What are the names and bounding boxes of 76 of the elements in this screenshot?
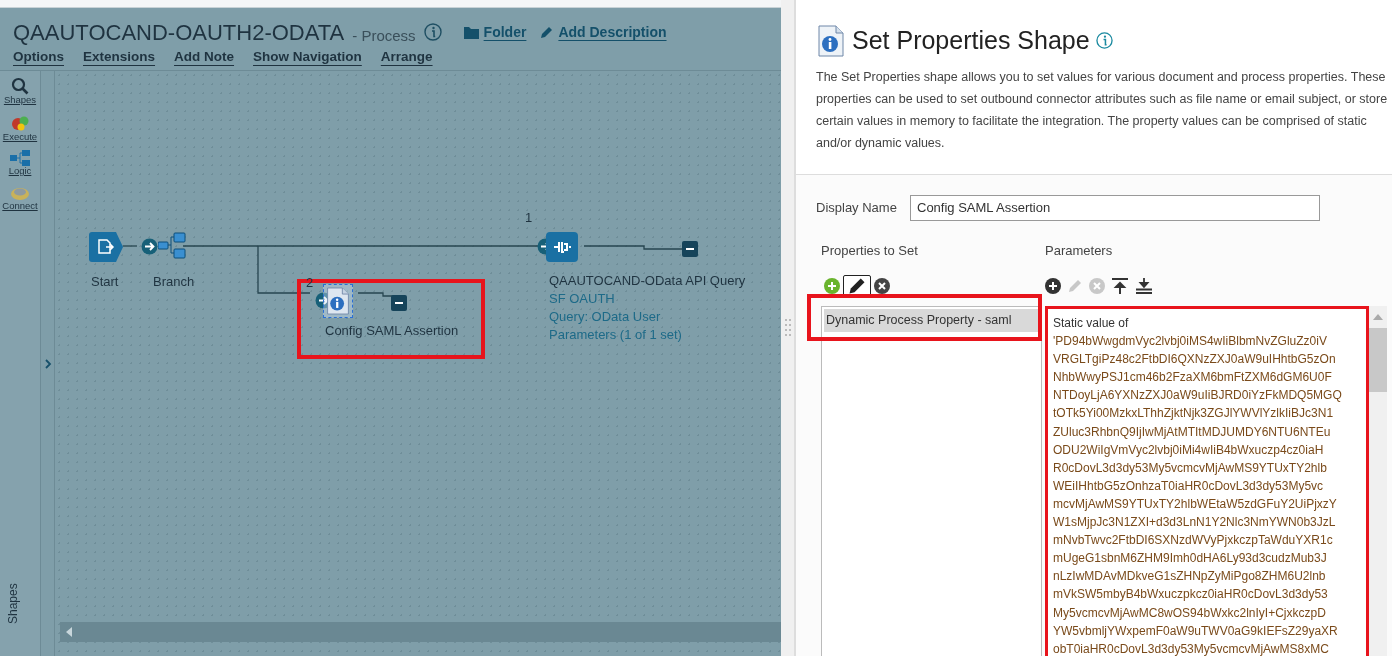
path-number: 1	[525, 209, 533, 227]
value-line: NTDoyLjA6YXNzZXJ0aW9uIiBJRD0iYzFkMDQ5MGQ	[1053, 387, 1343, 405]
value-line: mUgeG1sbnM6ZHM9Imh0dHA6Ly93d3cudzMub3J	[1053, 550, 1328, 568]
search-icon	[11, 77, 29, 95]
scrollbar[interactable]	[60, 622, 781, 642]
value-line: mcvMjAwMS9YTUxTY2hlbWEtaW5zdGFuY2UiPjxzY	[1053, 495, 1338, 513]
toolbox-item[interactable]: Execute	[2, 131, 38, 141]
value-line: mVkSW5mbyB4bWxuczpkcz0iaHR0cDovL3d3dy53	[1053, 586, 1329, 604]
connector-line	[122, 245, 138, 247]
shape-label: Config SAML Assertion	[325, 322, 459, 340]
value-line: nLzIwMDAvMDkveG1sZHNpZyMiPgo8ZHM6U2lnb	[1053, 568, 1327, 586]
pencil-icon	[540, 26, 554, 39]
toolbox-item[interactable]: Shapes	[3, 95, 37, 105]
process-type: - Process	[352, 28, 416, 43]
value-line: R0cDovL3d3dy53My5vcmcvMjAwMS9YTUxTY2hlb	[1053, 459, 1328, 477]
pencil-icon[interactable]	[843, 275, 871, 297]
scrollbar[interactable]	[1369, 306, 1387, 656]
section-heading: Properties to Set	[821, 241, 919, 260]
shape-detail: SF OAUTH	[549, 290, 615, 308]
toolbox-item[interactable]: Connect	[2, 200, 38, 210]
value-line: W1sMjpJc3N1ZXI+d3d3LnN1Y2Nlc3NmYWN0b3JzL	[1053, 514, 1337, 532]
add-icon[interactable]	[1045, 278, 1061, 294]
folder-icon	[463, 26, 479, 39]
panel-description: The Set Properties shape allows you to set values for various document and process properties. These properties can be used to set outbound connector attributes such as file name or email subject, or store certain values in memory to facilitate the integration. The property values can be comprised of static and/or dynamic values.	[816, 68, 1389, 152]
header-link[interactable]: Folder	[483, 22, 527, 43]
toolbox-item[interactable]: Logic	[8, 166, 32, 176]
shape-detail: Query: OData User	[549, 308, 661, 326]
scrollbar-thumb[interactable]	[1369, 328, 1387, 392]
branch-icon	[10, 150, 30, 166]
property-item[interactable]: Dynamic Process Property - saml	[824, 309, 1039, 332]
document-info-icon	[816, 24, 846, 57]
stop-icon	[682, 241, 698, 257]
panel-label[interactable]: Shapes	[4, 583, 22, 624]
path-number: 2	[306, 274, 314, 292]
shape-label: Start	[91, 273, 119, 291]
value-line: VRGLTgiPz48c2FtbDI6QXNzZXJ0aW9uIHhtbG5zOn	[1053, 351, 1337, 369]
expand-icon[interactable]	[42, 357, 53, 370]
info-icon[interactable]	[1095, 32, 1113, 50]
menu-item[interactable]: Options	[13, 46, 64, 68]
value-line: ODU2WiIgVmVyc2lvbj0iMi4wIiB4bWxuczp4cz0iaH	[1053, 441, 1325, 459]
set-properties-shape-icon[interactable]	[325, 286, 351, 316]
shape-detail: Parameters (1 of 1 set)	[549, 326, 682, 344]
branch-shape-icon[interactable]	[158, 232, 186, 260]
section-heading: Parameters	[1045, 241, 1114, 260]
header-link[interactable]: Add Description	[558, 22, 667, 43]
value-line: 'PD94bWwgdmVyc2lvbj0iMS4wIiBlbmNvZGluZz0iV	[1053, 333, 1328, 351]
connector-shape-icon[interactable]	[546, 232, 578, 262]
shape-label: Branch	[153, 273, 195, 291]
value-line: mNvbTwvc2FtbDI6SXNzdWVyPjxkczpTaWduYXR1c	[1053, 532, 1334, 550]
parameter-value-area[interactable]	[1045, 306, 1369, 656]
value-line: My5vcmcvMjAwMC8wOS94bWxkc2lnIyI+CjxkczpD	[1053, 604, 1327, 622]
menu-item[interactable]: Add Note	[174, 46, 235, 68]
value-line: tOTk5Yi00MzkxLThhZjktNjk3ZGJlYWVlYzlkIiBJc3N1	[1053, 405, 1335, 423]
delete-icon[interactable]	[874, 278, 890, 294]
start-shape-icon[interactable]	[89, 232, 123, 262]
panel-title: Set Properties Shape	[852, 25, 1090, 56]
process-title: QAAUTOCAND-OAUTH2-ODATA	[13, 22, 345, 44]
stop-icon	[391, 295, 407, 311]
move-to-bottom-icon[interactable]	[1135, 277, 1153, 295]
shape-label: QAAUTOCAND-OData API Query	[549, 272, 746, 290]
menu-item[interactable]: Show Navigation	[253, 46, 362, 68]
value-line: ZUluc3RhbnQ9IjIwMjAtMTItMDJUMDY6NTU6NTEu	[1053, 423, 1332, 441]
value-line: obT0iaHR0cDovL3d3dy53My5vcmcvMjAwMS8xMC	[1053, 640, 1330, 656]
value-line: Static value of	[1053, 315, 1130, 332]
info-icon[interactable]	[423, 23, 442, 41]
move-to-top-icon[interactable]	[1111, 277, 1129, 295]
arrow-circle-icon	[141, 238, 158, 255]
value-line: WEiIHhtbG5zOnhzaT0iaHR0cDovL3d3dy53My5vc	[1053, 477, 1325, 495]
value-line: NhbWwyPSJ1cm46b2FzaXM6bmFtZXM6dGM6U0F	[1053, 369, 1333, 387]
menu-item[interactable]: Arrange	[380, 46, 433, 68]
resize-handle-icon[interactable]	[783, 317, 792, 339]
scroll-up-icon[interactable]	[1372, 312, 1384, 322]
value-line: YW5vbmljYWxpemF0aW9uTWV0aG9kIEFsZ29yaXR	[1053, 622, 1339, 640]
menu-item[interactable]: Extensions	[83, 46, 156, 68]
field-label: Display Name	[816, 198, 898, 217]
display-name-field[interactable]: Config SAML Assertion	[910, 194, 1320, 221]
